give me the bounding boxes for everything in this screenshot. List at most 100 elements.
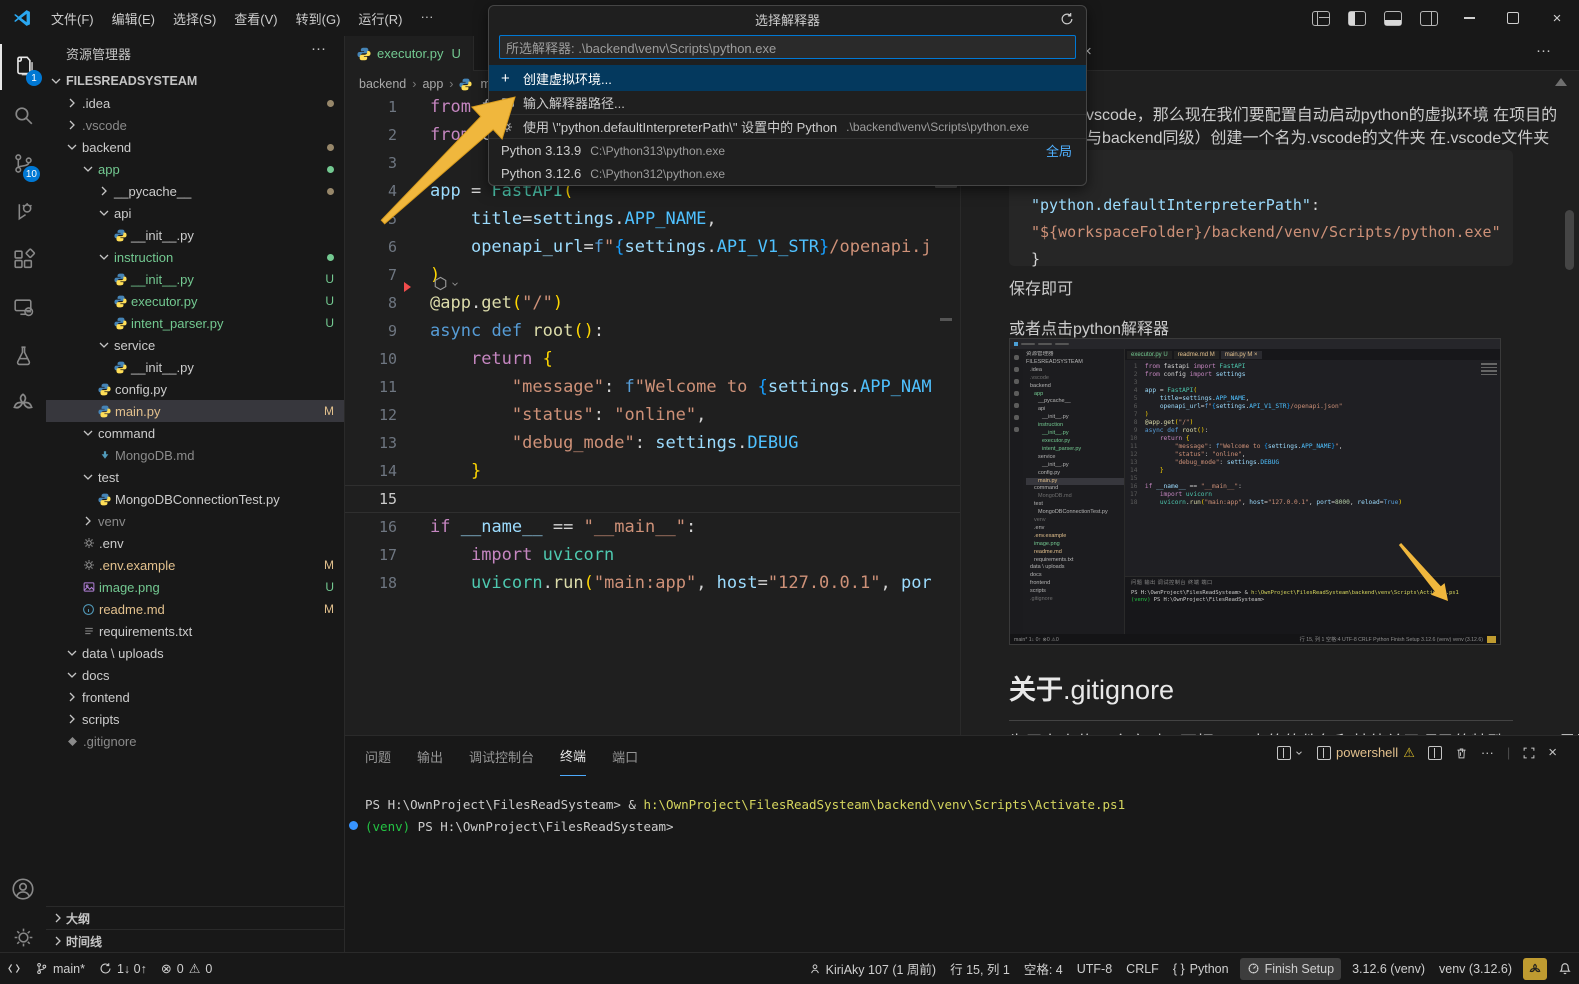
tree-item-docs[interactable]: docs xyxy=(46,664,344,686)
quickpick-item-2[interactable]: 输入解释器路径... xyxy=(489,91,1086,115)
menu-查看(V)[interactable]: 查看(V) xyxy=(225,5,286,32)
tree-item-__init__.py[interactable]: __init__.py xyxy=(46,224,344,246)
menu-编辑(E)[interactable]: 编辑(E) xyxy=(103,5,164,32)
tree-item-api[interactable]: api xyxy=(46,202,344,224)
preview-scrollbar[interactable] xyxy=(1565,210,1574,270)
cursor-position[interactable]: 行 15, 列 1 xyxy=(943,958,1017,980)
copilot-icon[interactable] xyxy=(0,380,46,426)
indentation-status[interactable]: 空格: 4 xyxy=(1017,958,1070,980)
toggle-panel-icon[interactable] xyxy=(1384,11,1402,26)
tree-item-__init__.py[interactable]: __init__.pyU xyxy=(46,268,344,290)
account-icon[interactable] xyxy=(0,866,46,912)
tree-item-.gitignore[interactable]: .gitignore xyxy=(46,730,344,752)
maximize-button[interactable] xyxy=(1491,0,1535,36)
interpreter-input[interactable] xyxy=(499,35,1076,59)
inline-chat-hint-icon[interactable] xyxy=(433,276,460,291)
blame-info[interactable]: KiriAky 107 (1 周前) xyxy=(802,958,943,980)
quickpick-item-1[interactable]: +创建虚拟环境... xyxy=(489,65,1086,91)
outline-section[interactable]: 大纲 xyxy=(46,906,344,929)
menu-运行(R)[interactable]: 运行(R) xyxy=(349,5,411,32)
tree-item-.env[interactable]: .env xyxy=(46,532,344,554)
split-terminal-icon[interactable] xyxy=(1428,746,1442,760)
tree-item-command[interactable]: command xyxy=(46,422,344,444)
tree-root-FILESREADSYSTEAM[interactable]: FILESREADSYSTEAM xyxy=(46,70,344,92)
menu-转到(G)[interactable]: 转到(G) xyxy=(287,5,350,32)
tree-item-.env.example[interactable]: .env.exampleM xyxy=(46,554,344,576)
tree-item-__init__.py[interactable]: __init__.py xyxy=(46,356,344,378)
run-debug-icon[interactable] xyxy=(0,188,46,234)
terminal-more-icon[interactable]: ··· xyxy=(1481,745,1494,760)
explorer-icon[interactable]: 1 xyxy=(0,44,48,90)
menu-···[interactable]: ··· xyxy=(411,5,442,32)
search-icon[interactable] xyxy=(0,92,46,138)
tree-item-backend[interactable]: backend xyxy=(46,136,344,158)
terminal-instance-tab[interactable]: powershell ⚠ xyxy=(1317,745,1415,761)
problems-status[interactable]: ⊗0 ⚠0 xyxy=(154,958,219,980)
tree-item-scripts[interactable]: scripts xyxy=(46,708,344,730)
menu-文件(F)[interactable]: 文件(F) xyxy=(42,5,103,32)
tree-item-requirements.txt[interactable]: requirements.txt xyxy=(46,620,344,642)
kill-terminal-trash-icon[interactable] xyxy=(1455,746,1468,760)
tree-item-app[interactable]: app xyxy=(46,158,344,180)
toggle-secondary-sidebar-icon[interactable] xyxy=(1420,11,1438,26)
finish-setup-button[interactable]: Finish Setup xyxy=(1240,958,1341,980)
terminal-output[interactable]: PS H:\OwnProject\FilesReadSysteam> & h:\… xyxy=(365,794,1125,838)
refresh-icon[interactable] xyxy=(1060,12,1074,26)
close-panel-icon[interactable]: × xyxy=(1548,744,1557,761)
tree-item-MongoDB.md[interactable]: MongoDB.md xyxy=(46,444,344,466)
minimize-button[interactable] xyxy=(1447,0,1491,36)
sidebar-more-icon[interactable]: ··· xyxy=(311,40,326,57)
breadcrumb-backend[interactable]: backend xyxy=(359,77,406,91)
tree-item-image.png[interactable]: image.pngU xyxy=(46,576,344,598)
tree-item-intent_parser.py[interactable]: intent_parser.pyU xyxy=(46,312,344,334)
tree-item-executor.py[interactable]: executor.pyU xyxy=(46,290,344,312)
git-sync-status[interactable]: 1↓ 0↑ xyxy=(92,958,154,980)
tree-item-readme.md[interactable]: readme.mdM xyxy=(46,598,344,620)
language-mode[interactable]: { }Python xyxy=(1166,958,1236,980)
tree-item-data \ uploads[interactable]: data \ uploads xyxy=(46,642,344,664)
remote-indicator[interactable] xyxy=(0,958,28,980)
tree-item-service[interactable]: service xyxy=(46,334,344,356)
tree-item-__pycache__[interactable]: __pycache__ xyxy=(46,180,344,202)
close-button[interactable]: × xyxy=(1535,0,1579,36)
notifications-bell-icon[interactable] xyxy=(1551,958,1579,980)
tree-item-frontend[interactable]: frontend xyxy=(46,686,344,708)
encoding-status[interactable]: UTF-8 xyxy=(1070,958,1119,980)
eol-status[interactable]: CRLF xyxy=(1119,958,1166,980)
launch-profile-button[interactable] xyxy=(1277,746,1304,760)
python-interpreter-status[interactable]: 3.12.6 (venv) xyxy=(1345,958,1432,980)
panel-tab-端口[interactable]: 端口 xyxy=(612,736,638,776)
testing-icon[interactable] xyxy=(0,332,46,378)
tree-item-MongoDBConnectionTest.py[interactable]: MongoDBConnectionTest.py xyxy=(46,488,344,510)
timeline-section[interactable]: 时间线 xyxy=(46,929,344,952)
tree-item-.vscode[interactable]: .vscode xyxy=(46,114,344,136)
quickpick-item-3[interactable]: 使用 \"python.defaultInterpreterPath\" 设置中… xyxy=(489,115,1086,139)
source-control-icon[interactable]: 10 xyxy=(0,140,46,186)
quickpick-item-4[interactable]: Python 3.13.9C:\Python313\python.exe全局 xyxy=(489,139,1086,162)
quickpick-item-5[interactable]: Python 3.12.6C:\Python312\python.exe xyxy=(489,162,1086,185)
tree-item-instruction[interactable]: instruction xyxy=(46,246,344,268)
venv-status[interactable]: venv (3.12.6) xyxy=(1432,958,1519,980)
remote-explorer-icon[interactable] xyxy=(0,284,46,330)
tree-item-venv[interactable]: venv xyxy=(46,510,344,532)
panel-tab-调试控制台[interactable]: 调试控制台 xyxy=(469,736,534,776)
panel-tab-终端[interactable]: 终端 xyxy=(560,736,586,776)
tree-item-main.py[interactable]: main.pyM xyxy=(46,400,344,422)
git-branch-status[interactable]: main* xyxy=(28,958,92,980)
tree-item-test[interactable]: test xyxy=(46,466,344,488)
tree-item-config.py[interactable]: config.py xyxy=(46,378,344,400)
toggle-sidebar-icon[interactable] xyxy=(1348,11,1366,26)
extensions-icon[interactable] xyxy=(0,236,46,282)
panel-tab-问题[interactable]: 问题 xyxy=(365,736,391,776)
maximize-panel-icon[interactable] xyxy=(1523,747,1535,759)
tree-item-label: docs xyxy=(82,668,109,683)
customize-layout-icon[interactable] xyxy=(1312,11,1330,26)
git-status-badge: U xyxy=(325,316,334,330)
tab-executor-py[interactable]: executor.py U xyxy=(345,36,474,71)
editor-actions-more-icon[interactable]: ··· xyxy=(1536,42,1551,59)
menu-选择(S)[interactable]: 选择(S) xyxy=(164,5,225,32)
tree-item-.idea[interactable]: .idea xyxy=(46,92,344,114)
breadcrumb-app[interactable]: app xyxy=(422,77,443,91)
copilot-status-icon[interactable] xyxy=(1523,958,1547,980)
panel-tab-输出[interactable]: 输出 xyxy=(417,736,443,776)
